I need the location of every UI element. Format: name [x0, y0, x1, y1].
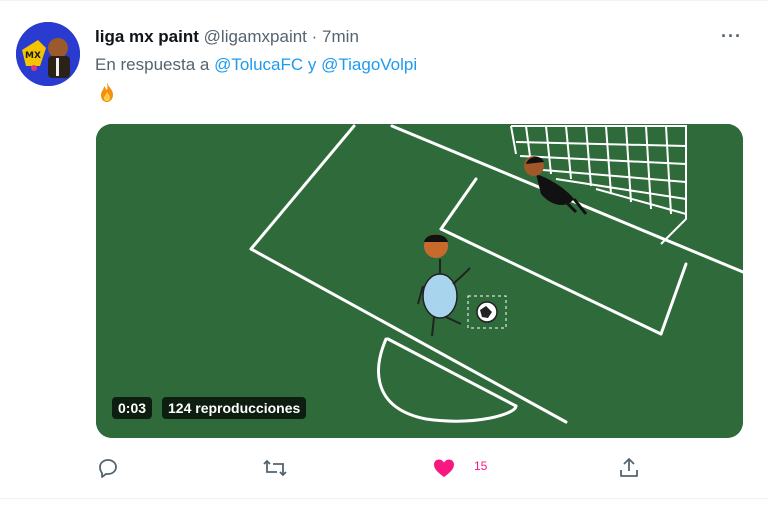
retweet-icon[interactable] — [262, 456, 288, 480]
reply-prefix: En respuesta a — [95, 55, 210, 74]
reply-join: y — [307, 55, 317, 74]
tweet-header: liga mx paint @ligamxpaint · 7min — [95, 27, 359, 47]
like-icon[interactable] — [432, 456, 456, 480]
video-views: 124 reproducciones — [162, 397, 307, 419]
avatar-image: MX — [16, 22, 80, 86]
svg-text:MX: MX — [25, 51, 41, 61]
handle[interactable]: @ligamxpaint — [204, 27, 307, 46]
reply-icon[interactable] — [96, 456, 120, 480]
more-options-icon[interactable]: ··· — [721, 26, 742, 47]
mention-volpi[interactable]: @TiagoVolpi — [321, 55, 417, 74]
video-player[interactable]: 0:03 124 reproducciones — [96, 124, 743, 438]
share-icon[interactable] — [617, 456, 641, 480]
video-frame — [96, 124, 743, 438]
video-duration: 0:03 — [112, 397, 153, 419]
fire-icon — [95, 80, 119, 104]
separator: · — [311, 27, 318, 46]
timestamp[interactable]: 7min — [322, 27, 359, 46]
avatar[interactable]: MX — [16, 22, 80, 86]
top-divider — [0, 0, 768, 1]
bottom-divider — [0, 498, 768, 499]
display-name[interactable]: liga mx paint — [95, 27, 199, 46]
reply-context: En respuesta a @TolucaFC y @TiagoVolpi — [95, 55, 417, 75]
mention-toluca[interactable]: @TolucaFC — [214, 55, 303, 74]
like-count[interactable]: 15 — [474, 459, 487, 473]
